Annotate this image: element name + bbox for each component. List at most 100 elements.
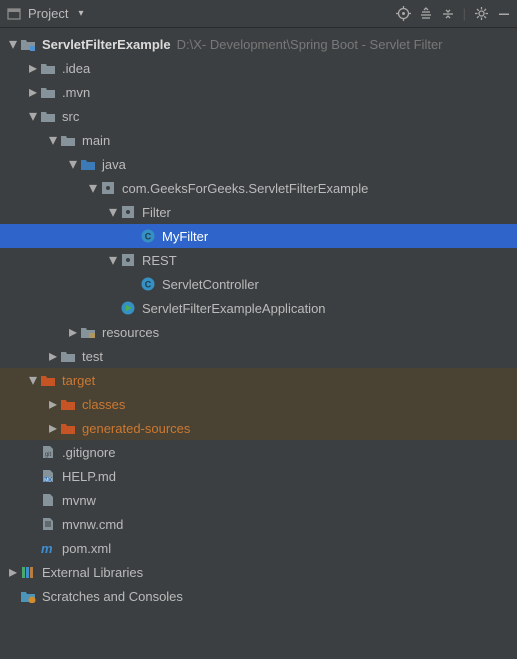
node-label: main <box>82 133 110 148</box>
package-icon <box>120 252 136 268</box>
tree-item-helpmd[interactable]: MD HELP.md <box>0 464 517 488</box>
expand-arrow-icon[interactable] <box>26 58 40 78</box>
markdown-file-icon: MD <box>40 468 56 484</box>
tree-item-application[interactable]: ServletFilterExampleApplication <box>0 296 517 320</box>
node-label: src <box>62 109 79 124</box>
tree-item-classes[interactable]: classes <box>0 392 517 416</box>
tree-item-pom[interactable]: m pom.xml <box>0 536 517 560</box>
hide-icon[interactable] <box>497 7 511 21</box>
tree-item-idea[interactable]: .idea <box>0 56 517 80</box>
project-dropdown[interactable]: Project ▾ <box>6 6 84 22</box>
library-icon <box>20 564 36 580</box>
expand-arrow-icon[interactable] <box>26 82 40 102</box>
svg-text:C: C <box>145 232 152 242</box>
expand-arrow-icon[interactable] <box>26 370 40 390</box>
project-tree: ServletFilterExample D:\X- Development\S… <box>0 28 517 608</box>
tree-item-main[interactable]: main <box>0 128 517 152</box>
tree-item-test[interactable]: test <box>0 344 517 368</box>
node-label: .mvn <box>62 85 90 100</box>
toolbar-separator: | <box>463 6 466 21</box>
node-label: Scratches and Consoles <box>42 589 183 604</box>
excluded-folder-icon <box>40 372 56 388</box>
tree-item-gensrc[interactable]: generated-sources <box>0 416 517 440</box>
tree-item-resources[interactable]: resources <box>0 320 517 344</box>
node-label: pom.xml <box>62 541 111 556</box>
expand-arrow-icon[interactable] <box>46 346 60 366</box>
tree-item-mvn[interactable]: .mvn <box>0 80 517 104</box>
node-label: java <box>102 157 126 172</box>
folder-icon <box>60 132 76 148</box>
tree-item-java[interactable]: java <box>0 152 517 176</box>
node-label: .idea <box>62 61 90 76</box>
node-label: generated-sources <box>82 421 190 436</box>
node-label: ServletFilterExampleApplication <box>142 301 326 316</box>
dropdown-arrow-icon: ▾ <box>78 8 83 19</box>
node-label: .gitignore <box>62 445 115 460</box>
folder-icon <box>60 348 76 364</box>
svg-text:m: m <box>41 541 53 555</box>
tree-item-myfilter[interactable]: C MyFilter <box>0 224 517 248</box>
file-icon: git <box>40 444 56 460</box>
file-icon <box>40 492 56 508</box>
svg-text:MD: MD <box>44 478 52 484</box>
node-label: Filter <box>142 205 171 220</box>
expand-arrow-icon[interactable] <box>26 106 40 126</box>
tree-item-external-libs[interactable]: External Libraries <box>0 560 517 584</box>
project-toolbar: Project ▾ | <box>0 0 517 28</box>
svg-text:git: git <box>45 452 52 458</box>
locate-icon[interactable] <box>396 6 411 21</box>
package-icon <box>120 204 136 220</box>
tree-item-scratches[interactable]: Scratches and Consoles <box>0 584 517 608</box>
resources-folder-icon <box>80 324 96 340</box>
folder-icon <box>40 84 56 100</box>
tree-item-servletcontroller[interactable]: C ServletController <box>0 272 517 296</box>
node-label: REST <box>142 253 177 268</box>
node-label: test <box>82 349 103 364</box>
package-icon <box>100 180 116 196</box>
tree-item-gitignore[interactable]: git .gitignore <box>0 440 517 464</box>
tree-item-mvnw[interactable]: mvnw <box>0 488 517 512</box>
excluded-folder-icon <box>60 396 76 412</box>
expand-arrow-icon[interactable] <box>6 562 20 582</box>
node-label: target <box>62 373 95 388</box>
svg-text:C: C <box>145 280 152 290</box>
folder-icon <box>40 60 56 76</box>
node-label: HELP.md <box>62 469 116 484</box>
project-label: Project <box>28 6 68 21</box>
tree-item-rest-pkg[interactable]: REST <box>0 248 517 272</box>
module-name: ServletFilterExample <box>42 37 171 52</box>
expand-arrow-icon[interactable] <box>106 250 120 270</box>
node-label: com.GeeksForGeeks.ServletFilterExample <box>122 181 368 196</box>
node-label: mvnw.cmd <box>62 517 123 532</box>
expand-arrow-icon[interactable] <box>106 202 120 222</box>
file-icon <box>40 516 56 532</box>
maven-icon: m <box>40 540 56 556</box>
node-label: mvnw <box>62 493 96 508</box>
collapse-all-icon[interactable] <box>441 7 455 21</box>
tree-item-target[interactable]: target <box>0 368 517 392</box>
node-label: MyFilter <box>162 229 208 244</box>
node-label: resources <box>102 325 159 340</box>
expand-all-icon[interactable] <box>419 7 433 21</box>
module-path: D:\X- Development\Spring Boot - Servlet … <box>177 37 443 52</box>
tree-item-mvnwcmd[interactable]: mvnw.cmd <box>0 512 517 536</box>
scratches-icon <box>20 588 36 604</box>
settings-icon[interactable] <box>474 6 489 21</box>
expand-arrow-icon[interactable] <box>6 34 20 54</box>
module-folder-icon <box>20 36 36 52</box>
expand-arrow-icon[interactable] <box>66 154 80 174</box>
source-folder-icon <box>80 156 96 172</box>
node-label: External Libraries <box>42 565 143 580</box>
folder-icon <box>40 108 56 124</box>
expand-arrow-icon[interactable] <box>46 394 60 414</box>
class-icon: C <box>140 276 156 292</box>
tree-item-filter-pkg[interactable]: Filter <box>0 200 517 224</box>
expand-arrow-icon[interactable] <box>66 322 80 342</box>
expand-arrow-icon[interactable] <box>46 130 60 150</box>
tree-item-src[interactable]: src <box>0 104 517 128</box>
tree-root-module[interactable]: ServletFilterExample D:\X- Development\S… <box>0 32 517 56</box>
tree-item-package[interactable]: com.GeeksForGeeks.ServletFilterExample <box>0 176 517 200</box>
node-label: ServletController <box>162 277 259 292</box>
expand-arrow-icon[interactable] <box>46 418 60 438</box>
expand-arrow-icon[interactable] <box>86 178 100 198</box>
